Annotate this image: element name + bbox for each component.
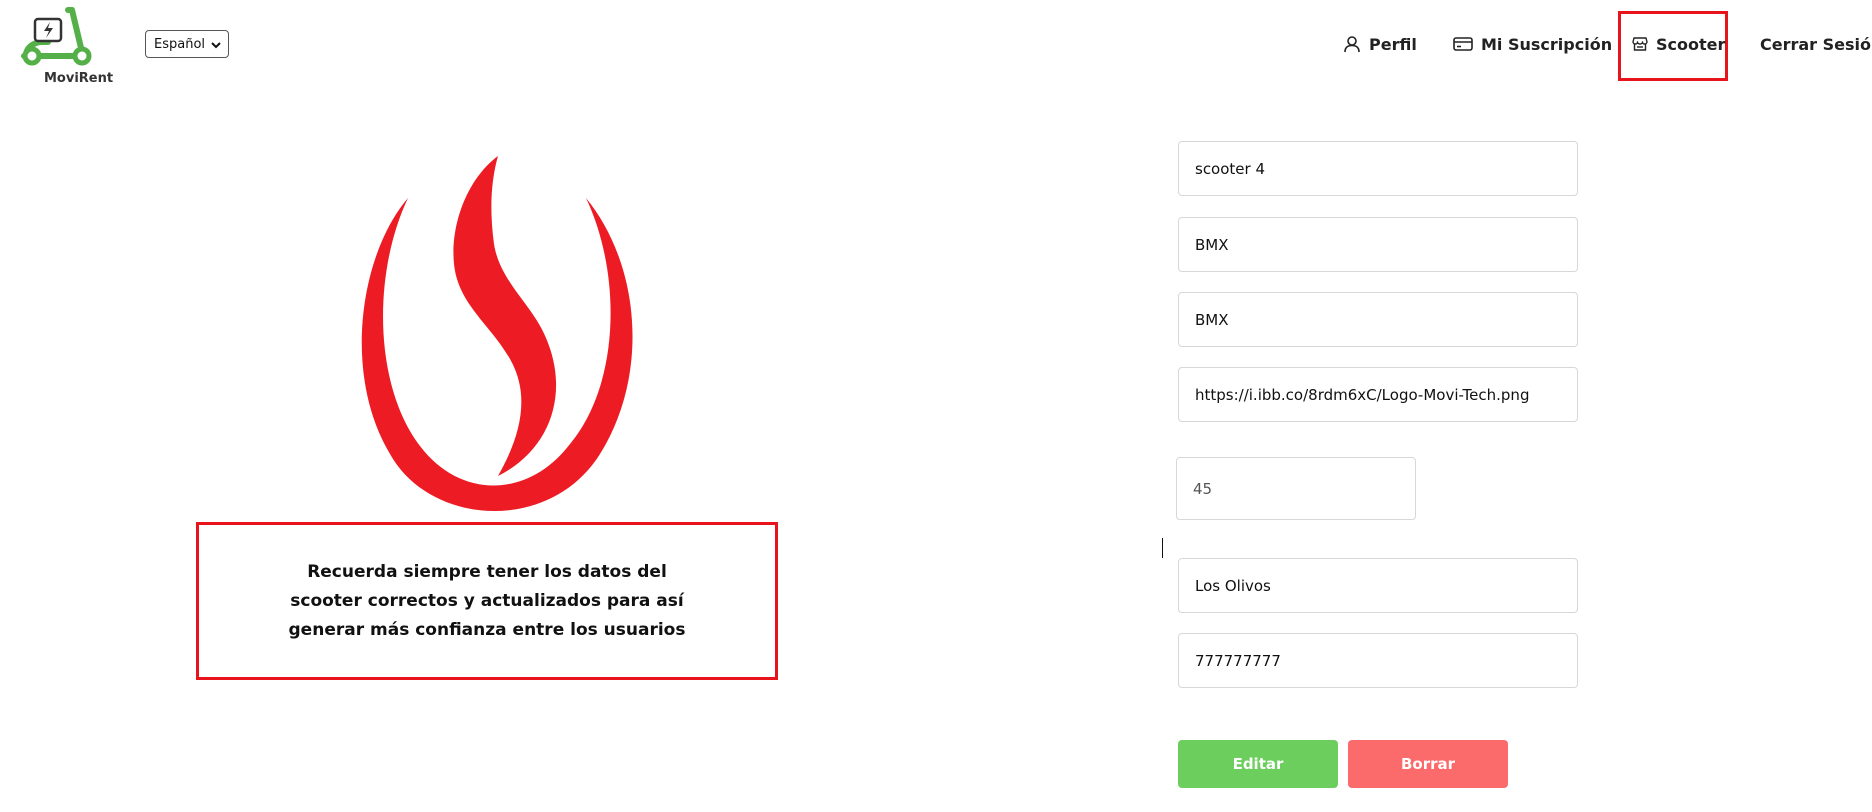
text-cursor (1162, 538, 1163, 558)
scooter-name-input[interactable] (1178, 141, 1578, 196)
nav-logout-label: Cerrar Sesión (1760, 34, 1872, 54)
store-icon (1632, 37, 1648, 51)
scooter-price-input[interactable] (1176, 457, 1416, 520)
nav-profile-label: Perfil (1369, 34, 1417, 54)
language-select[interactable]: Español (145, 30, 229, 58)
nav-scooter[interactable]: Scooter (1632, 28, 1725, 60)
chevron-down-icon (211, 42, 221, 49)
flame-illustration (361, 156, 633, 512)
scooter-image-url-input[interactable] (1178, 367, 1578, 422)
brand-logo[interactable]: MoviRent (20, 4, 113, 86)
brand-name: MoviRent (44, 71, 114, 86)
scooter-model-input[interactable] (1178, 292, 1578, 347)
nav-scooter-label: Scooter (1656, 34, 1726, 54)
scooter-location-input[interactable] (1178, 558, 1578, 613)
nav-subscription-label: Mi Suscripción (1481, 34, 1613, 54)
nav-subscription[interactable]: Mi Suscripción (1453, 28, 1612, 60)
credit-card-icon (1453, 37, 1473, 51)
nav-logout[interactable]: Cerrar Sesión (1760, 28, 1872, 60)
delete-button[interactable]: Borrar (1348, 740, 1508, 788)
language-select-value: Español (154, 36, 206, 52)
nav-profile[interactable]: Perfil (1343, 28, 1417, 60)
edit-button[interactable]: Editar (1178, 740, 1338, 788)
info-notice: Recuerda siempre tener los datos del sco… (196, 522, 778, 680)
scooter-brand-input[interactable] (1178, 217, 1578, 272)
electric-scooter-icon (21, 7, 92, 66)
user-icon (1344, 36, 1360, 53)
scooter-phone-input[interactable] (1178, 633, 1578, 688)
info-notice-text: Recuerda siempre tener los datos del sco… (288, 561, 686, 640)
